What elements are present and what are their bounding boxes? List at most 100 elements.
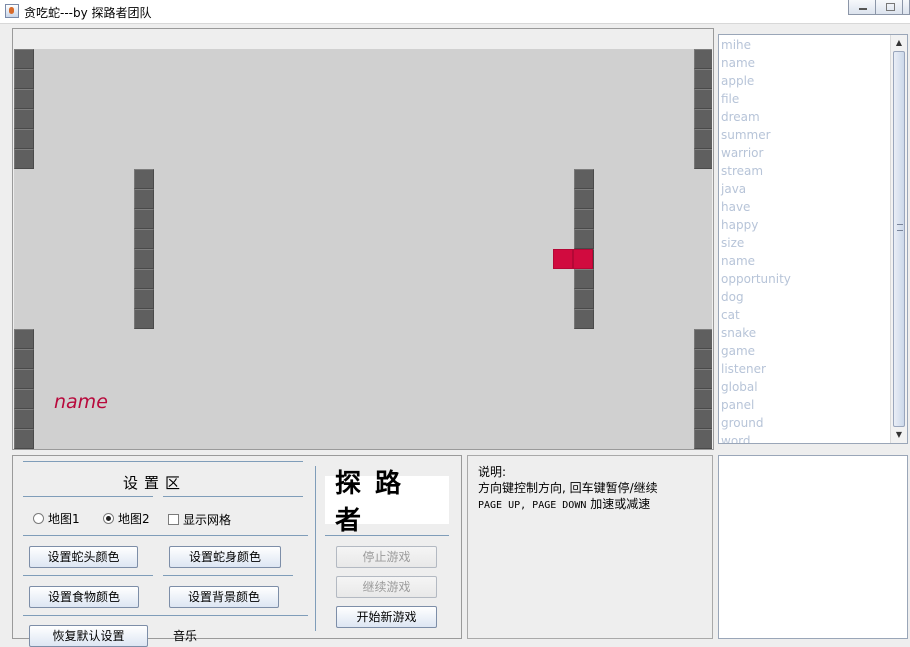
word-list-item[interactable]: java [720, 180, 890, 198]
maximize-button[interactable] [875, 0, 903, 15]
wall-column [694, 49, 712, 169]
wall-column [14, 49, 34, 169]
wall-block [14, 69, 34, 89]
instructions-keys: PAGE UP, PAGE DOWN [478, 500, 587, 511]
word-list-item[interactable]: global [720, 378, 890, 396]
divider [163, 575, 293, 576]
snake-head-color-button[interactable]: 设置蛇头颜色 [29, 546, 138, 568]
word-list-item[interactable]: opportunity [720, 270, 890, 288]
wall-block [694, 149, 712, 169]
wall-block [694, 369, 712, 389]
radio-off-icon [33, 513, 44, 524]
stop-game-button[interactable]: 停止游戏 [336, 546, 437, 568]
radio-on-icon [103, 513, 114, 524]
music-label: 音乐 [173, 629, 198, 643]
word-list-item[interactable]: panel [720, 396, 890, 414]
wall-block [134, 309, 154, 329]
wall-block [694, 349, 712, 369]
word-list-item[interactable]: cat [720, 306, 890, 324]
wall-block [574, 229, 594, 249]
map1-label: 地图1 [48, 512, 80, 526]
map2-label: 地图2 [118, 512, 150, 526]
wall-column [694, 329, 712, 449]
wall-block [694, 389, 712, 409]
wall-block [574, 289, 594, 309]
word-list-item[interactable]: have [720, 198, 890, 216]
wall-block [694, 329, 712, 349]
wall-block [14, 329, 34, 349]
wall-block [694, 409, 712, 429]
score-area [718, 455, 908, 639]
wall-block [134, 229, 154, 249]
divider [23, 496, 153, 497]
divider [23, 575, 153, 576]
divider [325, 535, 449, 536]
wall-block [14, 349, 34, 369]
word-list-item[interactable]: dream [720, 108, 890, 126]
minimize-button[interactable] [848, 0, 876, 15]
instructions-panel: 说明: 方向键控制方向, 回车键暂停/继续 PAGE UP, PAGE DOWN… [467, 455, 713, 639]
snake-body-color-button[interactable]: 设置蛇身颜色 [169, 546, 281, 568]
scroll-up-arrow-icon[interactable]: ▲ [891, 35, 907, 51]
divider [23, 461, 303, 462]
word-list-item[interactable]: mihe [720, 36, 890, 54]
snake-body-segment [553, 249, 573, 269]
title-bar: 贪吃蛇---by 探路者团队 [0, 0, 910, 24]
wall-block [14, 109, 34, 129]
instructions-line2: PAGE UP, PAGE DOWN 加速或减速 [478, 496, 712, 514]
wall-block [134, 269, 154, 289]
show-grid-checkbox[interactable]: 显示网格 [168, 511, 231, 528]
window-controls [848, 0, 910, 16]
new-game-button[interactable]: 开始新游戏 [336, 606, 437, 628]
word-list-item[interactable]: dog [720, 288, 890, 306]
word-list-item[interactable]: snake [720, 324, 890, 342]
divider [315, 466, 316, 631]
wall-block [574, 269, 594, 289]
checkbox-unchecked-icon [168, 514, 179, 525]
wall-block [14, 149, 34, 169]
word-list-item[interactable]: apple [720, 72, 890, 90]
word-list-item[interactable]: name [720, 54, 890, 72]
instructions-speed: 加速或减速 [586, 497, 651, 511]
restore-default-button[interactable]: 恢复默认设置 [29, 625, 148, 647]
wall-column [14, 329, 34, 449]
map1-radio[interactable]: 地图1 [33, 510, 80, 527]
word-list-item[interactable]: name [720, 252, 890, 270]
wall-block [694, 129, 712, 149]
game-board[interactable]: name [14, 49, 712, 449]
word-list-item[interactable]: game [720, 342, 890, 360]
team-logo: 探路者 [325, 469, 449, 536]
instructions-heading: 说明: [478, 465, 507, 479]
background-color-button[interactable]: 设置背景颜色 [169, 586, 279, 608]
snake-head-segment [573, 249, 593, 269]
show-grid-label: 显示网格 [183, 513, 232, 527]
word-list-item[interactable]: summer [720, 126, 890, 144]
word-list[interactable]: mihe name apple file dream summer warrior strea… [718, 34, 908, 444]
wall-block [134, 249, 154, 269]
wall-block [694, 69, 712, 89]
scrollbar-thumb[interactable] [893, 51, 905, 427]
snake [553, 249, 593, 269]
scroll-down-arrow-icon[interactable]: ▼ [891, 427, 907, 443]
close-button[interactable] [902, 0, 910, 15]
wall-block [14, 409, 34, 429]
food-color-button[interactable]: 设置食物颜色 [29, 586, 139, 608]
word-list-item[interactable]: word [720, 432, 890, 443]
word-list-item[interactable]: happy [720, 216, 890, 234]
window-title: 贪吃蛇---by 探路者团队 [24, 6, 152, 20]
word-list-item[interactable]: listener [720, 360, 890, 378]
wall-block [134, 209, 154, 229]
word-list-item[interactable]: stream [720, 162, 890, 180]
java-app-icon [5, 4, 19, 18]
word-list-item[interactable]: size [720, 234, 890, 252]
word-list-item[interactable]: warrior [720, 144, 890, 162]
word-list-item[interactable]: file [720, 90, 890, 108]
wall-block [14, 389, 34, 409]
map2-radio[interactable]: 地图2 [103, 510, 150, 527]
wall-block [14, 429, 34, 449]
wall-block [14, 129, 34, 149]
word-list-item[interactable]: ground [720, 414, 890, 432]
word-list-scrollbar[interactable]: ▲ ▼ [890, 35, 907, 443]
wall-block [574, 189, 594, 209]
continue-game-button[interactable]: 继续游戏 [336, 576, 437, 598]
